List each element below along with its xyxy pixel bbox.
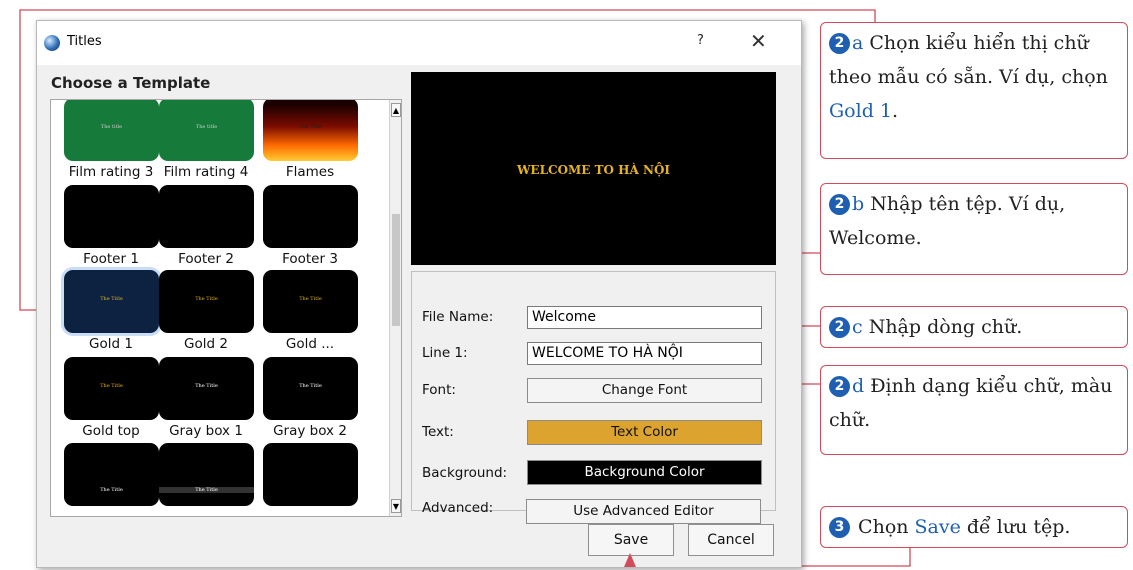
annotation-2b: 2b Nhập tên tệp. Ví dụ, Welcome. <box>820 183 1128 275</box>
annotation-3: 3 Chọn Save để lưu tệp. <box>820 506 1128 548</box>
annotation-2c: 2c Nhập dòng chữ. <box>820 306 1128 348</box>
step-badge: 2 <box>829 317 850 338</box>
step-badge: 3 <box>829 517 850 538</box>
step-badge: 2 <box>829 33 850 54</box>
annotation-2a: 2a Chọn kiểu hiển thị chữ theo mẫu có sẵ… <box>820 22 1128 159</box>
step-badge: 2 <box>829 376 850 397</box>
annotation-2d: 2d Định dạng kiểu chữ, màu chữ. <box>820 365 1128 455</box>
step-badge: 2 <box>829 194 850 215</box>
